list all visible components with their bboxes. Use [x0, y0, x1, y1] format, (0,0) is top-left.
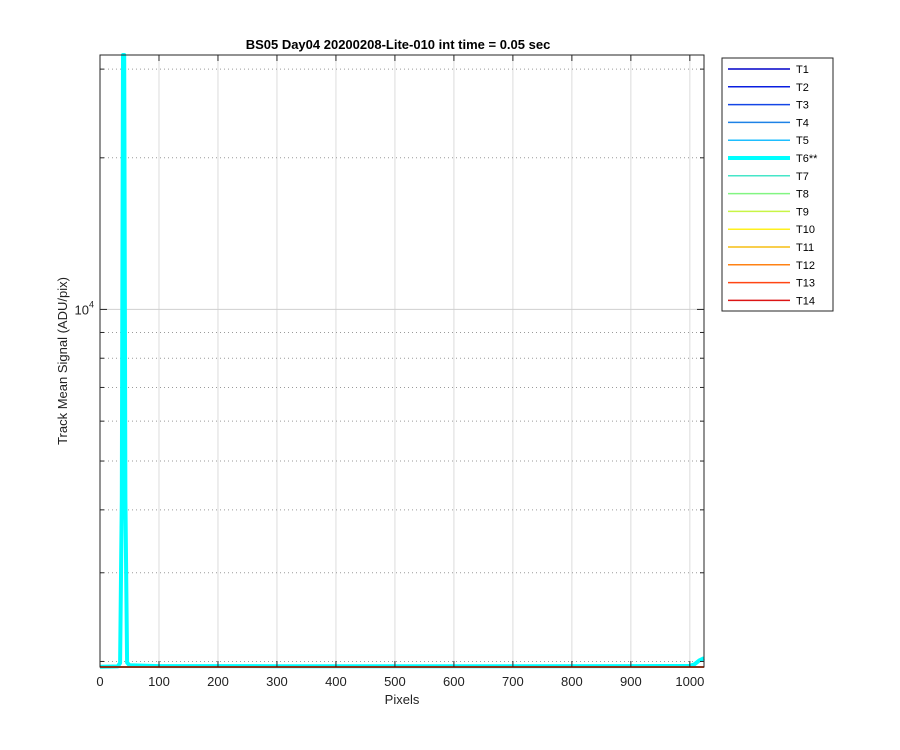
- x-tick-label: 900: [620, 674, 642, 689]
- plot-series: [99, 53, 705, 669]
- legend-entry: T10: [796, 224, 815, 236]
- axis-ticks: 0 100 200 300 400 500 600 700 800 900 1000 104: [75, 55, 704, 689]
- x-tick-label: 800: [561, 674, 583, 689]
- legend-entry: T4: [796, 117, 809, 129]
- x-tick-label: 100: [148, 674, 170, 689]
- legend-entry: T2: [796, 82, 809, 94]
- x-tick-label: 500: [384, 674, 406, 689]
- legend-entry: T7: [796, 171, 809, 183]
- legend-entry: T6**: [796, 153, 818, 165]
- legend-entry: T9: [796, 206, 809, 218]
- x-axis-label: Pixels: [385, 692, 420, 707]
- legend: T1 T2 T3 T4 T5 T6** T7 T8 T9 T10 T11 T12 T13 T14: [721, 57, 834, 312]
- x-tick-label: 400: [325, 674, 347, 689]
- plot-frame: [99, 54, 705, 668]
- chart-title: BS05 Day04 20200208-Lite-010 int time = …: [246, 37, 551, 52]
- legend-entry: T12: [796, 260, 815, 272]
- grid: [100, 55, 704, 667]
- legend-box: [721, 57, 834, 312]
- legend-entry: T5: [796, 135, 809, 147]
- legend-entry: T11: [796, 242, 814, 254]
- x-tick-label: 700: [502, 674, 524, 689]
- legend-entry: T13: [796, 278, 815, 290]
- chart: BS05 Day04 20200208-Lite-010 int time = …: [55, 37, 834, 707]
- x-tick-label: 300: [266, 674, 288, 689]
- x-tick-label: 1000: [675, 674, 704, 689]
- x-tick-label: 600: [443, 674, 465, 689]
- legend-entry: T1: [796, 64, 809, 76]
- y-tick-label: 104: [75, 299, 94, 317]
- legend-entry: T8: [796, 189, 809, 201]
- series-line-T6: [99, 53, 705, 669]
- y-axis-label: Track Mean Signal (ADU/pix): [55, 277, 70, 445]
- x-tick-label: 0: [96, 674, 103, 689]
- x-tick-label: 200: [207, 674, 229, 689]
- legend-entry: T14: [796, 295, 815, 307]
- legend-entry: T3: [796, 100, 809, 112]
